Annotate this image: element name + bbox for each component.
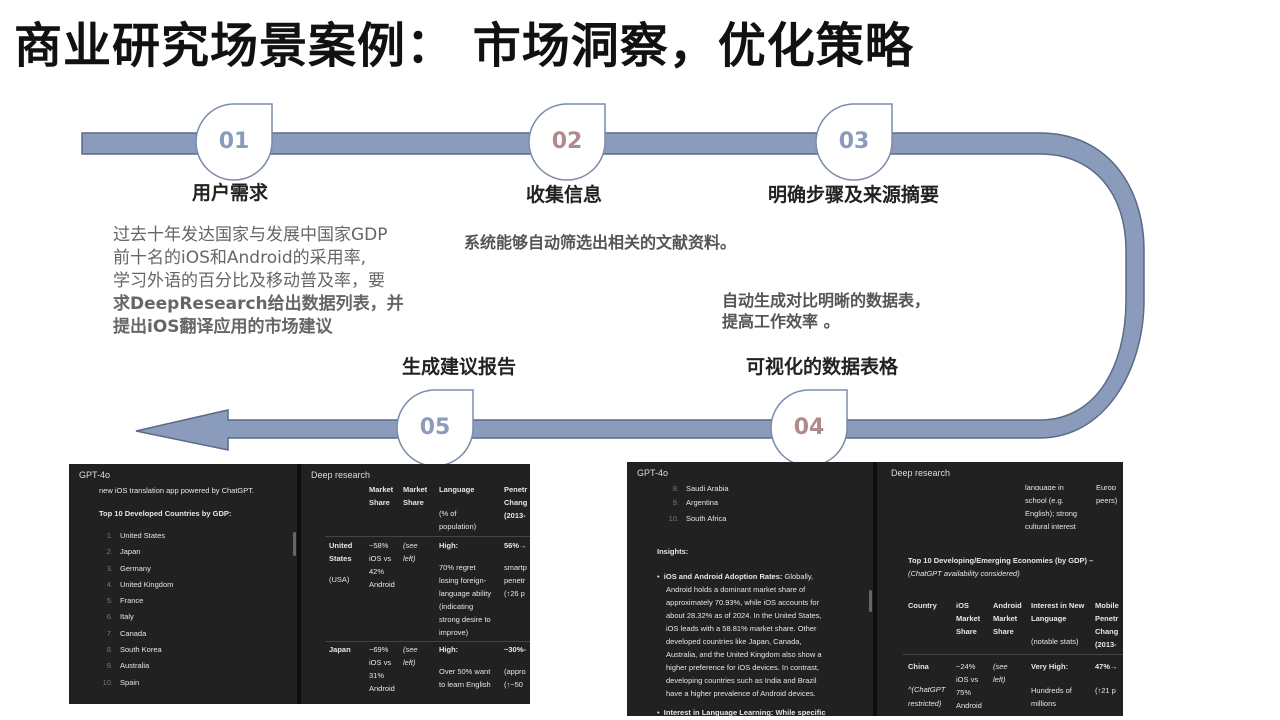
- collect-info-description: 系统能够自动筛选出相关的文献资料。: [464, 233, 737, 252]
- step-05-title: 生成建议报告: [402, 356, 517, 378]
- insights-heading: Insights:: [657, 547, 689, 556]
- list-item: 8. Saudi Arabia: [672, 484, 729, 492]
- step-05-number: 05: [420, 415, 451, 440]
- gpt4o-panel: GPT-4o new iOS translation app powered b…: [69, 464, 297, 704]
- user-request-description: 过去十年发达国家与发展中国家GDP 前十名的iOS和Android的采用率, 学…: [113, 225, 404, 337]
- gpt4o-panel: GPT-4o 8. Saudi Arabia 9. Argentina 10. Sou…: [627, 462, 873, 716]
- step-03-title: 明确步骤及来源摘要: [768, 184, 940, 206]
- list-item: 10. Spain: [102, 677, 140, 687]
- scrollbar[interactable]: [869, 590, 872, 612]
- step-02-number: 02: [552, 129, 583, 154]
- list-item: 8. South Korea: [106, 645, 162, 655]
- list-item: 10. South Africa: [668, 514, 727, 524]
- table-row: Japan ~69% iOS vs 31% Android (see left)…: [329, 645, 526, 693]
- insight-bullet: • iOS and Android Adoption Rates: Global…: [657, 572, 826, 716]
- list-item: 2. Japan: [106, 547, 141, 557]
- list-item: 9. Australia: [106, 661, 150, 671]
- comparison-screenshot-emerging: GPT-4o 8. Saudi Arabia 9. Argentina 10. Sou…: [627, 462, 1123, 716]
- list-item: 1. United States: [106, 531, 166, 540]
- step-04-title: 可视化的数据表格: [746, 356, 899, 378]
- deep-research-panel: Deep research language in school (e.g. E…: [877, 462, 1123, 716]
- deep-research-panel: Deep research Market Share Market Share …: [301, 464, 530, 704]
- emerging-country-list: 8. Saudi Arabia 9. Argentina 10. South Afri…: [665, 484, 729, 531]
- table-row: China ^(ChatGPT restricted) ~24% iOS vs …: [908, 662, 1118, 710]
- step-04-number: 04: [794, 415, 825, 440]
- list-heading: Top 10 Developed Countries by GDP:: [99, 509, 232, 518]
- list-item: 7. Canada: [106, 628, 147, 638]
- step-01-number: 01: [219, 129, 250, 154]
- list-item: 4. United Kingdom: [106, 579, 174, 589]
- scrollbar[interactable]: [293, 532, 296, 556]
- list-item: 5. France: [106, 596, 144, 606]
- gpt4o-panel-title: GPT-4o: [79, 470, 111, 480]
- list-item: 9. Argentina: [672, 498, 719, 507]
- list-item: 6. Italy: [106, 612, 134, 622]
- list-item: 3. Germany: [106, 563, 151, 573]
- developed-country-list: 1. United States 2. Japan 3. Germany 4. Unit…: [99, 531, 174, 694]
- step-01-title: 用户需求: [192, 182, 269, 204]
- comparison-screenshot-developed: GPT-4o new iOS translation app powered b…: [69, 464, 530, 704]
- step-02-title: 收集信息: [526, 184, 603, 206]
- table-description: 自动生成对比明晰的数据表， 提高工作效率 。: [722, 291, 931, 331]
- gpt4o-panel-title: GPT-4o: [637, 468, 669, 478]
- step-03-number: 03: [839, 129, 870, 154]
